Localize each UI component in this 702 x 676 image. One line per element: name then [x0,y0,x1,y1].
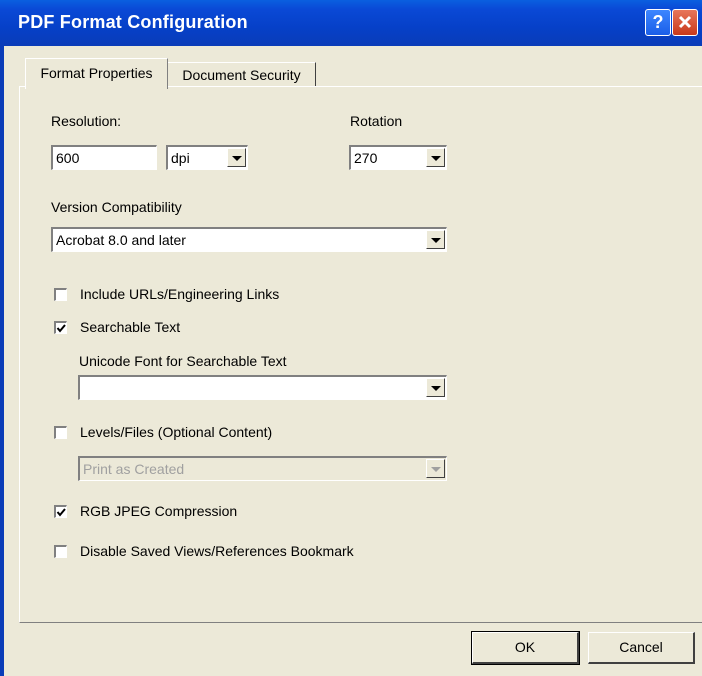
levels-mode-dropdown[interactable]: Print as Created [78,456,447,481]
unicode-font-label: Unicode Font for Searchable Text [79,353,287,369]
rgb-jpeg-label: RGB JPEG Compression [80,503,238,519]
chevron-down-icon[interactable] [227,148,246,167]
window-frame [0,46,4,676]
resolution-unit-value: dpi [171,150,190,166]
levels-mode-value: Print as Created [83,461,185,477]
levels-files-label: Levels/Files (Optional Content) [80,424,273,440]
cancel-button[interactable]: Cancel [588,632,695,664]
help-button[interactable]: ? [645,9,671,36]
chevron-down-icon[interactable] [426,459,445,478]
disable-saved-views-checkbox[interactable] [54,545,67,558]
help-icon: ? [652,12,664,32]
checkmark-icon [56,324,66,333]
resolution-value: 600 [56,150,80,166]
resolution-unit-dropdown[interactable]: dpi [166,145,248,170]
resolution-label: Resolution: [51,113,122,129]
searchable-text-checkbox[interactable] [54,321,67,334]
tab-format-properties[interactable]: Format Properties [25,58,168,89]
version-value: Acrobat 8.0 and later [56,232,186,248]
include-urls-checkbox[interactable] [54,288,67,301]
checkmark-icon [56,508,66,517]
ok-button[interactable]: OK [471,631,580,665]
rotation-dropdown[interactable]: 270 [349,145,447,170]
chevron-down-icon[interactable] [426,378,445,397]
disable-saved-views-label: Disable Saved Views/References Bookmark [80,543,354,559]
version-label: Version Compatibility [51,199,182,215]
close-button[interactable] [672,9,698,36]
version-dropdown[interactable]: Acrobat 8.0 and later [51,227,447,252]
resolution-input[interactable]: 600 [51,145,157,170]
tab-document-security[interactable]: Document Security [168,62,316,86]
close-icon [678,15,692,29]
unicode-font-dropdown[interactable] [78,375,447,400]
chevron-down-icon[interactable] [426,148,445,167]
searchable-text-label: Searchable Text [80,319,181,335]
chevron-down-icon[interactable] [426,230,445,249]
include-urls-label: Include URLs/Engineering Links [80,286,280,302]
rotation-value: 270 [354,150,378,166]
levels-files-checkbox[interactable] [54,426,67,439]
window-title: PDF Format Configuration [18,12,248,32]
title-bar[interactable]: PDF Format Configuration ? [0,0,702,46]
rgb-jpeg-checkbox[interactable] [54,505,67,518]
rotation-label: Rotation [350,113,403,129]
